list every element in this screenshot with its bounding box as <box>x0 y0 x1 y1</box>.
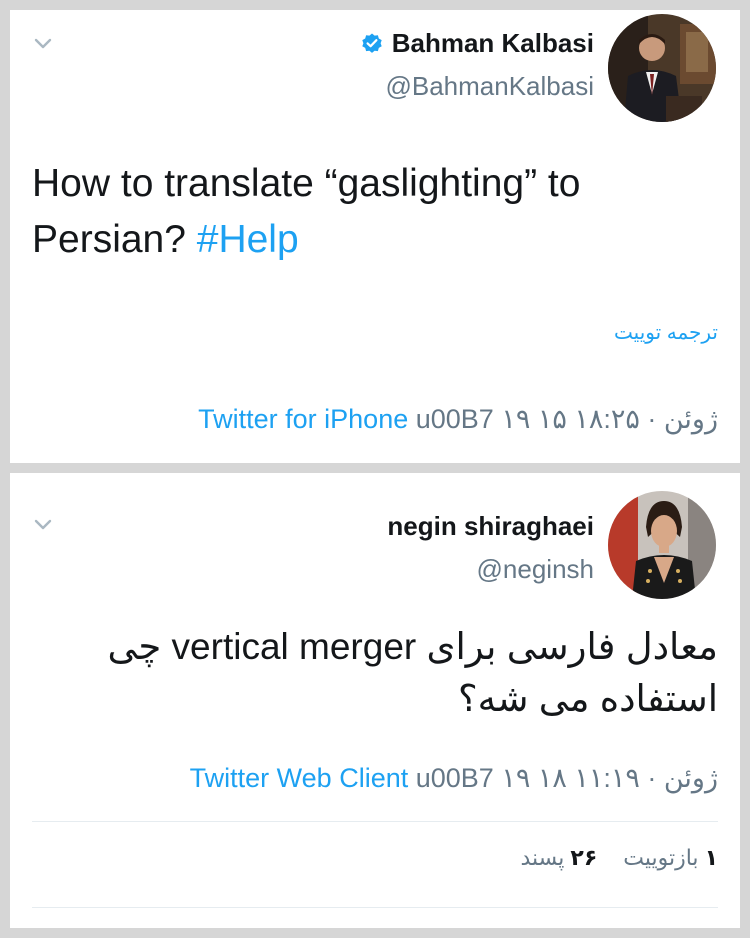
tweet-text: معادل فارسی برای vertical merger چی استف… <box>107 626 718 719</box>
tweet-card: negin shiraghaei @neginsh معادل فارسی بر… <box>10 473 740 928</box>
avatar[interactable] <box>608 491 716 599</box>
verified-badge-icon <box>362 33 382 53</box>
tweet-stats: ۱بازتوییت ۲۶پسند <box>520 845 718 871</box>
user-block: negin shiraghaei @neginsh <box>387 511 594 585</box>
tweet-meta: Twitter Web Client u00B7 ۱۹ ۱۸ ژوئن · ۱۱… <box>190 763 718 794</box>
tweet-meta: Twitter for iPhone u00B7 ۱۹ ۱۵ ژوئن · ۱۸… <box>198 404 718 435</box>
translate-tweet-link[interactable]: ترجمه توییت <box>614 320 718 345</box>
likes-stat[interactable]: ۲۶پسند <box>520 845 597 871</box>
tweet-timestamp: u00B7 ۱۹ ۱۸ ژوئن · ۱۱:۱۹ <box>415 763 718 793</box>
tweet-text: How to translate “gaslighting” to Persia… <box>32 156 718 268</box>
retweets-count: ۱ <box>704 845 718 870</box>
user-name-link[interactable]: Bahman Kalbasi <box>360 28 594 59</box>
avatar[interactable] <box>608 14 716 122</box>
display-name: negin shiraghaei <box>387 511 594 541</box>
tweet-source-link[interactable]: Twitter for iPhone <box>198 404 408 434</box>
hashtag-link[interactable]: #Help <box>197 218 299 261</box>
tweet-text-main: How to translate “gaslighting” to Persia… <box>32 162 581 261</box>
divider <box>32 821 718 822</box>
tweet-card: Bahman Kalbasi @BahmanKalbasi How to tra… <box>10 10 740 463</box>
likes-count: ۲۶ <box>570 845 598 870</box>
user-handle[interactable]: @BahmanKalbasi <box>360 71 594 102</box>
tweet-source-link[interactable]: Twitter Web Client <box>190 763 409 793</box>
chevron-down-icon[interactable] <box>32 32 54 54</box>
user-handle[interactable]: @neginsh <box>387 554 594 585</box>
tweet-timestamp: u00B7 ۱۹ ۱۵ ژوئن · ۱۸:۲۵ <box>415 404 718 434</box>
divider <box>32 907 718 908</box>
user-name-link[interactable]: negin shiraghaei <box>387 511 594 542</box>
user-block: Bahman Kalbasi @BahmanKalbasi <box>360 28 594 102</box>
retweets-stat[interactable]: ۱بازتوییت <box>623 845 718 871</box>
display-name: Bahman Kalbasi <box>391 28 594 58</box>
chevron-down-icon[interactable] <box>32 513 54 535</box>
likes-label: پسند <box>520 845 565 870</box>
retweets-label: بازتوییت <box>623 845 699 870</box>
